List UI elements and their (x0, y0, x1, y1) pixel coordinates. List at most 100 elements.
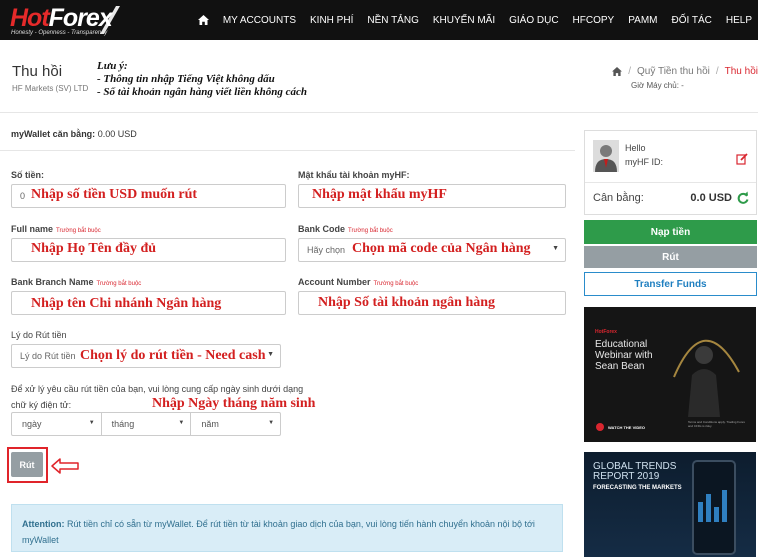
dob-month-select[interactable]: tháng ▼ (102, 413, 192, 435)
webinar-banner[interactable]: HotForex Educational Webinar with Sean B… (584, 307, 756, 442)
attention-text: Rút tiền chỉ có sẵn từ myWallet. Để rút … (22, 519, 535, 545)
refresh-icon[interactable] (737, 191, 749, 205)
full-name-hint: Nhập Họ Tên đầy đủ (31, 241, 157, 256)
instruction-note: Lưu ý: - Thông tin nhập Tiếng Việt không… (97, 60, 307, 99)
form-divider (0, 150, 575, 151)
amount-hint: Nhập số tiền USD muốn rút (31, 187, 198, 202)
top-navbar: HotForex Honesty - Openness - Transparen… (0, 0, 758, 40)
dob-selects: ngày ▼ tháng ▼ năm ▼ (11, 412, 281, 436)
dob-year-value: năm (201, 419, 219, 429)
breadcrumb-withdraw[interactable]: Thu hồi (725, 66, 758, 77)
dob-hint: Nhập Ngày tháng năm sinh (152, 396, 316, 411)
chevron-down-icon: ▼ (267, 351, 274, 358)
branch-label-text: Bank Branch Name (11, 277, 94, 287)
hello-text: Hello (625, 143, 646, 153)
required-tag: Trường bắt buộc (348, 228, 393, 234)
attention-alert: Attention: Rút tiền chỉ có sẵn từ myWall… (11, 504, 563, 552)
ad1-title: Educational Webinar with Sean Bean (595, 339, 653, 372)
phone-chart-icon (698, 490, 727, 522)
nav-khuyen-mai[interactable]: KHUYẾN MÃI (433, 15, 495, 26)
ad1-disclaimer: Terms and Conditions apply. Trading Fore… (688, 420, 745, 428)
note-heading: Lưu ý: (97, 60, 128, 72)
phone-image (692, 460, 736, 555)
full-name-label: Full name Trường bắt buộc (11, 224, 101, 234)
left-arrow-icon (51, 458, 79, 474)
server-time: Giờ Máy chủ: - (631, 81, 684, 90)
bank-code-label-text: Bank Code (298, 224, 346, 234)
nav-doi-tac[interactable]: ĐỐI TÁC (671, 15, 711, 26)
myhf-id: myHF ID: (625, 157, 663, 167)
breadcrumb: / Quỹ Tiền thu hồi / Thu hồi (612, 66, 758, 77)
reason-hint: Chọn lý do rút tiền - Need cash (80, 348, 266, 363)
amount-value: 0 (20, 191, 26, 201)
note-line-2: - Số tài khoản ngân hàng viết liền không… (97, 86, 307, 98)
ad1-brand: HotForex (595, 329, 617, 335)
chevron-down-icon: ▼ (88, 420, 95, 426)
bank-code-label: Bank Code Trường bắt buộc (298, 224, 393, 234)
bank-code-hint: Chọn mã code của Ngân hàng (352, 241, 531, 256)
wallet-balance-value: 0.00 USD (97, 129, 137, 139)
home-icon[interactable] (197, 15, 209, 25)
header-divider (0, 112, 758, 113)
dob-day-select[interactable]: ngày ▼ (12, 413, 102, 435)
ad2-title: GLOBAL TRENDS REPORT 2019 (593, 461, 677, 482)
panel-divider (585, 182, 756, 183)
nav-hfcopy[interactable]: HFCOPY (573, 15, 615, 26)
hotforex-logo[interactable]: HotForex Honesty - Openness - Transparen… (10, 4, 120, 36)
attention-title: Attention: (22, 519, 65, 529)
home-icon[interactable] (612, 67, 623, 76)
dob-month-value: tháng (111, 419, 135, 429)
nav-kinh-phi[interactable]: KINH PHÍ (310, 15, 353, 26)
breadcrumb-separator: / (628, 66, 632, 77)
nav-nen-tang[interactable]: NỀN TẢNG (367, 15, 419, 26)
watch-video-label: WATCH THE VIDEO (608, 424, 646, 430)
reason-label: Lý do Rút tiền (11, 330, 67, 340)
deposit-button[interactable]: Nạp tiền (584, 220, 757, 244)
transfer-funds-button[interactable]: Transfer Funds (584, 272, 757, 296)
nav-help[interactable]: HELP (726, 15, 752, 26)
branch-hint: Nhập tên Chi nhánh Ngân hàng (31, 296, 222, 311)
withdraw-button[interactable]: Rút (584, 246, 757, 268)
user-silhouette-icon (593, 140, 619, 172)
global-trends-banner[interactable]: GLOBAL TRENDS REPORT 2019 FORECASTING TH… (584, 452, 756, 557)
bank-code-selected: Hãy chọn (307, 245, 346, 255)
amount-label: Số tiền: (11, 170, 44, 180)
password-hint: Nhập mật khẩu myHF (312, 187, 447, 202)
required-tag: Trường bắt buộc (56, 228, 101, 234)
nav-my-accounts[interactable]: MY ACCOUNTS (223, 15, 296, 26)
account-number-label: Account Number Trường bắt buộc (298, 277, 418, 287)
main-menu: MY ACCOUNTS KINH PHÍ NỀN TẢNG KHUYẾN MÃI… (197, 0, 752, 40)
submit-withdraw-button[interactable]: Rút (11, 452, 43, 477)
required-tag: Trường bắt buộc (373, 281, 419, 287)
balance-label: Cân bằng: (593, 192, 644, 204)
nav-giao-duc[interactable]: GIÁO DỤC (509, 15, 558, 26)
watch-video-button[interactable]: WATCH THE VIDEO (596, 423, 645, 431)
dob-year-select[interactable]: năm ▼ (191, 413, 280, 435)
logo-tagline: Honesty - Openness - Transparency (11, 30, 108, 36)
nav-pamm[interactable]: PAMM (628, 15, 657, 26)
wallet-balance-label: myWallet căn bằng: (11, 129, 96, 139)
note-line-1: - Thông tin nhập Tiếng Việt không dấu (97, 73, 275, 85)
breadcrumb-separator: / (715, 66, 719, 77)
reason-selected: Lý do Rút tiền (20, 351, 76, 361)
full-name-label-text: Full name (11, 224, 54, 234)
play-icon (596, 423, 604, 431)
logo-hot-text: Hot (10, 4, 50, 32)
page-title: Thu hồi (12, 63, 63, 80)
balance-value: 0.0 USD (690, 192, 732, 204)
chevron-down-icon: ▼ (268, 420, 275, 426)
branch-label: Bank Branch Name Trường bắt buộc (11, 277, 141, 287)
breadcrumb-funds[interactable]: Quỹ Tiền thu hồi (637, 66, 710, 77)
required-tag: Trường bắt buộc (96, 281, 142, 287)
webinar-banner-image (664, 317, 744, 417)
dob-day-value: ngày (22, 419, 42, 429)
account-number-hint: Nhập Số tài khoản ngân hàng (318, 295, 496, 310)
chevron-down-icon: ▼ (552, 245, 559, 252)
ad2-subtitle: FORECASTING THE MARKETS (593, 485, 682, 491)
wallet-balance: myWallet căn bằng: 0.00 USD (11, 129, 137, 139)
edit-icon[interactable] (736, 153, 748, 165)
account-panel: Hello myHF ID: Cân bằng: 0.0 USD (584, 130, 757, 215)
password-label: Mật khẩu tài khoản myHF: (298, 170, 410, 180)
chevron-down-icon: ▼ (178, 420, 185, 426)
account-number-label-text: Account Number (298, 277, 371, 287)
